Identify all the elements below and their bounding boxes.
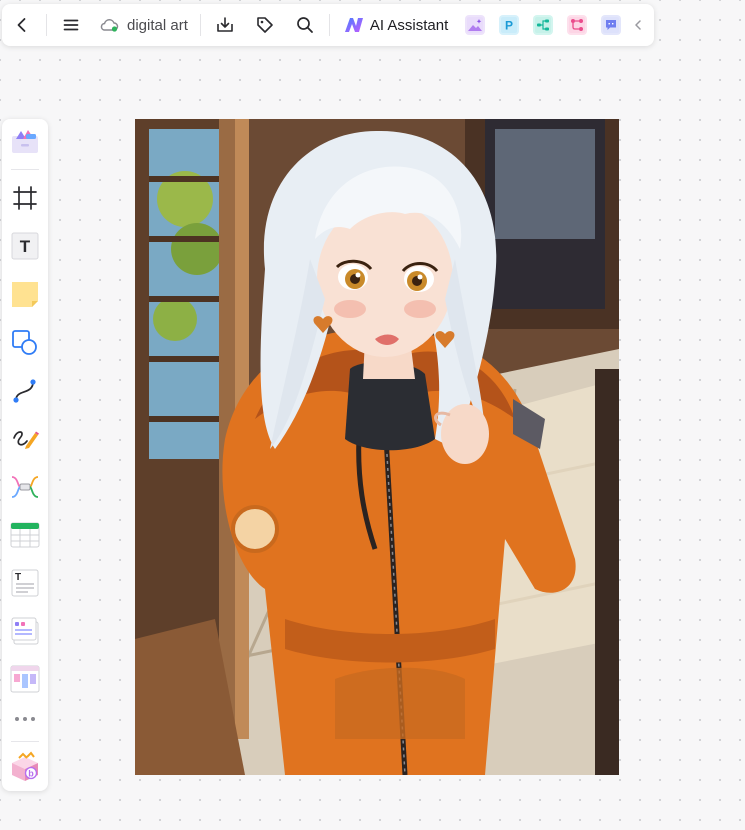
- ai-assistant-label: AI Assistant: [369, 16, 449, 34]
- image-ai-app-icon: [467, 17, 484, 33]
- toolbox-button[interactable]: b: [2, 747, 48, 787]
- mindmap-app-icon: [535, 17, 552, 33]
- image-ai-app-button[interactable]: [465, 15, 486, 35]
- sticky-note-tool[interactable]: [2, 274, 48, 314]
- mindmap-icon: [11, 476, 39, 498]
- search-icon: [297, 17, 313, 33]
- more-dots-icon: [15, 717, 35, 721]
- templates-tool[interactable]: [2, 122, 48, 162]
- pen-tool[interactable]: [2, 419, 48, 459]
- frame-icon: [13, 186, 37, 210]
- top-toolbar: digital art AI Assistant P: [2, 4, 654, 46]
- frame-tool[interactable]: [2, 178, 48, 218]
- pen-icon: [13, 431, 39, 449]
- kanban-icon: [10, 665, 40, 693]
- presentation-app-icon: P: [501, 17, 518, 33]
- tag-button[interactable]: [245, 4, 285, 46]
- flowchart-app-icon: [569, 17, 586, 33]
- toolbar-divider: [46, 14, 47, 36]
- toolbox-badge: b: [28, 769, 34, 779]
- shapes-tool[interactable]: [2, 323, 48, 363]
- shapes-icon: [12, 330, 37, 355]
- back-arrow-icon: [17, 18, 26, 32]
- toolbar-divider: [328, 14, 330, 36]
- document-title[interactable]: digital art: [127, 17, 188, 34]
- mindmap-app-button[interactable]: [533, 15, 554, 35]
- back-button[interactable]: [2, 4, 42, 46]
- text-tool[interactable]: T: [2, 226, 48, 266]
- tag-icon: [257, 17, 273, 33]
- text-block-glyph: T: [15, 572, 21, 583]
- ai-assistant-button[interactable]: AI Assistant: [334, 4, 458, 46]
- collapse-chevron-icon: [635, 20, 641, 30]
- cloud-sync-icon: [100, 19, 119, 32]
- document-title-area[interactable]: digital art: [91, 4, 196, 46]
- chat-app-icon: [603, 17, 620, 33]
- list-card-tool[interactable]: [2, 611, 48, 651]
- templates-icon: [12, 130, 38, 153]
- sidebar-divider: [11, 741, 39, 742]
- text-block-tool[interactable]: T: [2, 563, 48, 603]
- text-tool-glyph: T: [20, 237, 31, 256]
- connector-icon: [13, 379, 36, 403]
- text-icon: T: [11, 232, 39, 260]
- sidebar-divider: [11, 169, 39, 170]
- text-block-icon: T: [11, 569, 39, 597]
- toolbox-icon: b: [12, 751, 38, 781]
- menu-icon: [63, 19, 79, 31]
- more-tools-button[interactable]: [2, 699, 48, 739]
- kanban-tool[interactable]: [2, 659, 48, 699]
- anime-girl-illustration: [135, 119, 619, 775]
- download-button[interactable]: [205, 4, 245, 46]
- mindmap-tool[interactable]: [2, 467, 48, 507]
- sticky-note-icon: [12, 282, 38, 307]
- collapse-apps-button[interactable]: [632, 18, 644, 32]
- table-icon: [10, 522, 40, 548]
- canvas-image[interactable]: [135, 119, 619, 775]
- connector-tool[interactable]: [2, 371, 48, 411]
- flowchart-app-button[interactable]: [567, 15, 588, 35]
- presentation-app-button[interactable]: P: [499, 15, 520, 35]
- search-button[interactable]: [285, 4, 325, 46]
- list-card-icon: [11, 617, 39, 645]
- chat-app-button[interactable]: [601, 15, 622, 35]
- download-icon: [217, 17, 233, 32]
- presentation-app-letter: P: [505, 19, 513, 33]
- menu-button[interactable]: [51, 4, 91, 46]
- tool-sidebar: T T b: [2, 119, 48, 791]
- table-tool[interactable]: [2, 515, 48, 555]
- toolbar-divider: [199, 14, 201, 36]
- ai-assistant-logo-icon: [344, 18, 363, 32]
